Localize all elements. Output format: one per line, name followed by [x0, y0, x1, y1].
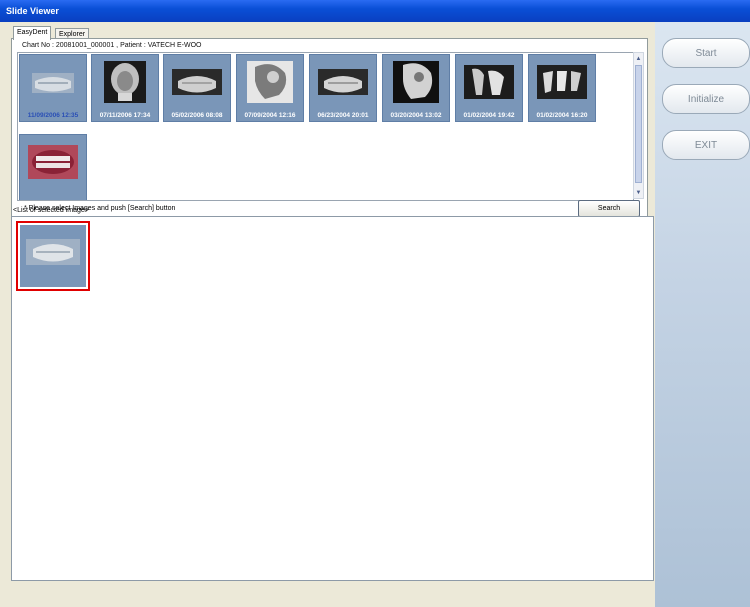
- periapical-xray-icon: [537, 65, 587, 99]
- action-panel: Start Initialize EXIT: [655, 22, 750, 607]
- thumbnail-date: 07/09/2004 12:16: [244, 112, 296, 119]
- selected-image-list: [11, 216, 654, 581]
- lateral-ceph-xray-icon: [393, 61, 439, 103]
- thumbnail-8[interactable]: 01/02/2004 16:20: [528, 54, 596, 122]
- selected-image-item[interactable]: [16, 221, 90, 291]
- thumbnail-2[interactable]: 07/11/2006 17:34: [91, 54, 159, 122]
- thumbnail-5[interactable]: 06/23/2004 20:01: [309, 54, 377, 122]
- scroll-thumb[interactable]: [635, 65, 642, 183]
- window-title: Slide Viewer: [6, 6, 59, 16]
- scroll-up-arrow-icon[interactable]: ▲: [634, 54, 643, 63]
- thumbnail-6[interactable]: 03/20/2004 13:02: [382, 54, 450, 122]
- ap-skull-xray-icon: [104, 61, 146, 103]
- periapical-xray-icon: [464, 65, 514, 99]
- panoramic-xray-icon: [172, 69, 222, 95]
- thumbnail-date: 06/23/2004 20:01: [317, 112, 369, 119]
- thumbnail-1[interactable]: 11/09/2006 12:35: [19, 54, 87, 122]
- thumbnail-date: 01/02/2004 19:42: [463, 112, 515, 119]
- thumbnail-scrollbar[interactable]: ▲ ▼: [633, 52, 644, 199]
- chart-info: Chart No : 20081001_000001 , Patient : V…: [22, 42, 202, 49]
- tab-easydent[interactable]: EasyDent: [13, 26, 52, 40]
- tab-panel-easydent: Chart No : 20081001_000001 , Patient : V…: [11, 38, 648, 222]
- exit-button[interactable]: EXIT: [662, 130, 750, 160]
- panoramic-xray-icon: [318, 69, 368, 95]
- title-bar: Slide Viewer: [0, 0, 750, 22]
- thumbnail-4[interactable]: 07/09/2004 12:16: [236, 54, 304, 122]
- thumbnail-date: 05/02/2006 08:08: [171, 112, 223, 119]
- start-button[interactable]: Start: [662, 38, 750, 68]
- thumbnail-date: 03/20/2004 13:02: [390, 112, 442, 119]
- scroll-down-arrow-icon[interactable]: ▼: [634, 188, 643, 197]
- panoramic-xray-icon: [26, 61, 80, 103]
- thumbnail-3[interactable]: 05/02/2006 08:08: [163, 54, 231, 122]
- search-button[interactable]: Search: [578, 200, 640, 217]
- thumbnail-date: 01/02/2004 16:20: [536, 112, 588, 119]
- lateral-ceph-xray-icon: [247, 61, 293, 103]
- intraoral-photo-icon: [28, 145, 78, 179]
- thumbnail-7[interactable]: 01/02/2004 19:42: [455, 54, 523, 122]
- thumbnail-grid: 11/09/2006 12:35 07/11/2006 17:34 05/02/…: [17, 52, 634, 201]
- thumbnail-date: 11/09/2006 12:35: [27, 112, 79, 119]
- selected-list-label: <List of selected image>: [13, 207, 89, 214]
- panoramic-xray-icon: [26, 239, 80, 265]
- thumbnail-9[interactable]: [19, 134, 87, 200]
- initialize-button[interactable]: Initialize: [662, 84, 750, 114]
- thumbnail-date: 07/11/2006 17:34: [99, 112, 151, 119]
